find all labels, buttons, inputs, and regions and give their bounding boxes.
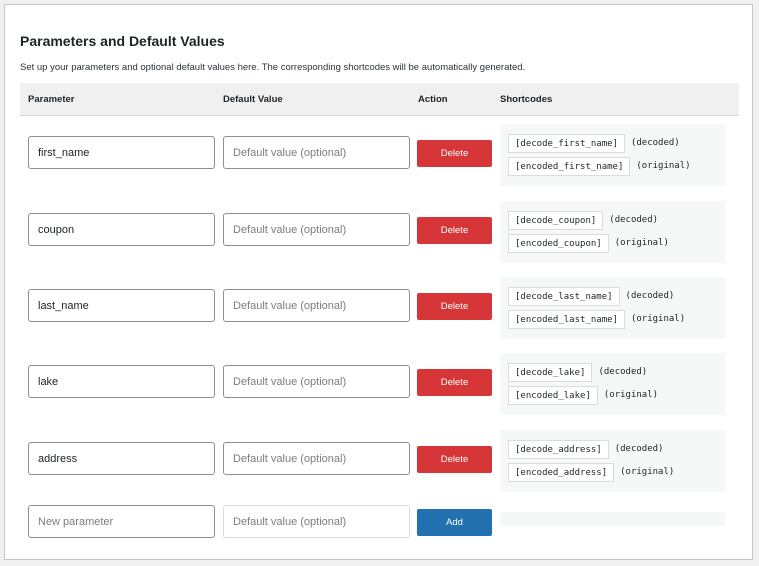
parameter-input[interactable] <box>28 289 215 322</box>
add-button[interactable]: Add <box>417 509 492 536</box>
parameters-panel: Parameters and Default Values Set up you… <box>4 4 753 560</box>
table-row: Delete [decode_first_name] (decoded) [enc… <box>20 124 739 199</box>
parameter-input[interactable] <box>28 442 215 475</box>
new-default-value-input[interactable] <box>223 505 410 538</box>
section-title: Parameters and Default Values <box>20 33 225 49</box>
column-header-parameter: Parameter <box>28 94 75 105</box>
shortcodes-cell: [decode_lake] (decoded) [encoded_lake] (or… <box>500 353 725 415</box>
encode-shortcode: [encoded_first_name] <box>508 157 631 176</box>
decoded-note: (decoded) <box>625 291 675 301</box>
table-row: Delete [decode_coupon] (decoded) [encoded… <box>20 201 739 276</box>
delete-button[interactable]: Delete <box>417 217 492 244</box>
decode-shortcode: [decode_lake] <box>508 363 593 382</box>
table-row: Delete [decode_address] (decoded) [encode… <box>20 430 739 505</box>
new-parameter-input[interactable] <box>28 505 215 538</box>
encode-shortcode: [encoded_lake] <box>508 386 598 405</box>
table-header: Parameter Default Value Action Shortcode… <box>20 83 739 116</box>
default-value-input[interactable] <box>223 289 410 322</box>
parameter-input[interactable] <box>28 136 215 169</box>
table-row: Delete [decode_last_name] (decoded) [enco… <box>20 277 739 352</box>
default-value-input[interactable] <box>223 365 410 398</box>
shortcodes-cell: [decode_last_name] (decoded) [encoded_las… <box>500 277 725 339</box>
parameter-input[interactable] <box>28 213 215 246</box>
column-header-default-value: Default Value <box>223 94 283 105</box>
parameter-input[interactable] <box>28 365 215 398</box>
column-header-action: Action <box>418 94 448 105</box>
shortcodes-cell: [decode_coupon] (decoded) [encoded_coupon… <box>500 201 725 263</box>
encode-shortcode: [encoded_address] <box>508 463 615 482</box>
original-note: (original) <box>636 161 691 171</box>
encode-shortcode: [encoded_coupon] <box>508 234 609 253</box>
shortcodes-cell-empty <box>500 512 725 526</box>
encode-shortcode: [encoded_last_name] <box>508 310 625 329</box>
column-header-shortcodes: Shortcodes <box>500 94 553 105</box>
decoded-note: (decoded) <box>598 367 648 377</box>
decode-shortcode: [decode_address] <box>508 440 609 459</box>
delete-button[interactable]: Delete <box>417 140 492 167</box>
shortcodes-cell: [decode_address] (decoded) [encoded_addre… <box>500 430 725 492</box>
default-value-input[interactable] <box>223 213 410 246</box>
delete-button[interactable]: Delete <box>417 293 492 320</box>
original-note: (original) <box>630 314 686 324</box>
original-note: (original) <box>603 390 659 400</box>
section-description: Set up your parameters and optional defa… <box>20 62 526 73</box>
original-note: (original) <box>620 467 675 477</box>
delete-button[interactable]: Delete <box>417 446 492 473</box>
decoded-note: (decoded) <box>609 215 659 225</box>
shortcodes-cell: [decode_first_name] (decoded) [encoded_fi… <box>500 124 725 186</box>
decode-shortcode: [decode_first_name] <box>508 134 625 153</box>
delete-button[interactable]: Delete <box>417 369 492 396</box>
decoded-note: (decoded) <box>614 444 664 454</box>
default-value-input[interactable] <box>223 136 410 169</box>
original-note: (original) <box>614 238 669 248</box>
decoded-note: (decoded) <box>630 138 680 148</box>
default-value-input[interactable] <box>223 442 410 475</box>
decode-shortcode: [decode_last_name] <box>508 287 620 306</box>
decode-shortcode: [decode_coupon] <box>508 211 604 230</box>
table-row: Delete [decode_lake] (decoded) [encoded_l… <box>20 353 739 428</box>
new-parameter-row: Add <box>20 505 739 540</box>
